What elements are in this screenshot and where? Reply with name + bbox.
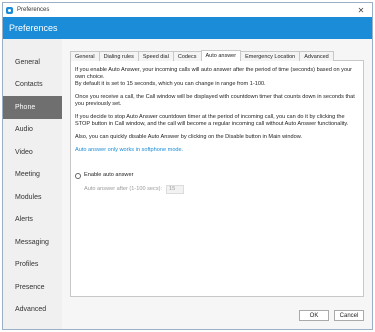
- tab-emergency-location[interactable]: Emergency Location: [240, 51, 301, 61]
- close-icon[interactable]: ✕: [350, 3, 372, 17]
- sidebar-item-phone[interactable]: Phone: [3, 96, 62, 119]
- app-icon: [6, 6, 13, 14]
- softphone-note: Auto answer only works in softphone mode…: [75, 147, 184, 153]
- enable-auto-answer-label: Enable auto answer: [84, 172, 134, 178]
- tab-general[interactable]: General: [70, 51, 100, 61]
- tab-speed-dial[interactable]: Speed dial: [137, 51, 174, 61]
- sidebar: General Contacts Phone Audio Video Meeti…: [3, 39, 62, 329]
- sidebar-item-video[interactable]: Video: [3, 141, 62, 164]
- auto-answer-delay-label: Auto answer after (1-100 secs):: [84, 186, 163, 192]
- ok-button[interactable]: OK: [299, 310, 329, 321]
- dialog-footer: OK Cancel: [294, 310, 364, 321]
- settings-content: General Dialing rules Speed dial Codecs …: [62, 39, 372, 329]
- enable-auto-answer-option[interactable]: Enable auto answer: [75, 172, 358, 179]
- sidebar-item-alerts[interactable]: Alerts: [3, 209, 62, 232]
- sidebar-item-advanced[interactable]: Advanced: [3, 299, 62, 322]
- description-paragraph: If you decide to stop Auto Answer countd…: [75, 114, 349, 127]
- description-text: By default it is set to 15 seconds, whic…: [75, 81, 266, 87]
- description-paragraph: Also, you can quickly disable Auto Answe…: [75, 134, 302, 140]
- title-bar: Preferences ✕: [3, 3, 372, 17]
- description-paragraph: Once you receive a call, the Call window…: [75, 94, 355, 107]
- sidebar-item-general[interactable]: General: [3, 51, 62, 74]
- tab-bar: General Dialing rules Speed dial Codecs …: [70, 50, 364, 61]
- description-text: If you enable Auto Answer, your incoming…: [75, 67, 353, 80]
- tab-auto-answer[interactable]: Auto answer: [200, 50, 242, 61]
- preferences-window: Preferences ✕ Preferences General Contac…: [2, 2, 373, 330]
- sidebar-item-audio[interactable]: Audio: [3, 119, 62, 142]
- sidebar-item-profiles[interactable]: Profiles: [3, 254, 62, 277]
- auto-answer-delay-row: Auto answer after (1-100 secs): 15: [75, 185, 358, 194]
- window-title: Preferences: [17, 7, 50, 13]
- cancel-button[interactable]: Cancel: [334, 310, 364, 321]
- header-bar: Preferences: [3, 17, 372, 39]
- sidebar-item-modules[interactable]: Modules: [3, 186, 62, 209]
- page-title: Preferences: [9, 23, 58, 33]
- preferences-body: General Contacts Phone Audio Video Meeti…: [3, 39, 372, 329]
- sidebar-item-meeting[interactable]: Meeting: [3, 164, 62, 187]
- auto-answer-panel: If you enable Auto Answer, your incoming…: [70, 60, 364, 297]
- enable-auto-answer-radio[interactable]: [75, 172, 81, 179]
- sidebar-item-messaging[interactable]: Messaging: [3, 231, 62, 254]
- sidebar-item-presence[interactable]: Presence: [3, 276, 62, 299]
- tab-codecs[interactable]: Codecs: [172, 51, 202, 61]
- tab-advanced[interactable]: Advanced: [299, 51, 334, 61]
- tab-dialing-rules[interactable]: Dialing rules: [98, 51, 139, 61]
- auto-answer-delay-input[interactable]: 15: [166, 185, 185, 194]
- description-paragraph: If you enable Auto Answer, your incoming…: [75, 67, 358, 88]
- sidebar-item-contacts[interactable]: Contacts: [3, 74, 62, 97]
